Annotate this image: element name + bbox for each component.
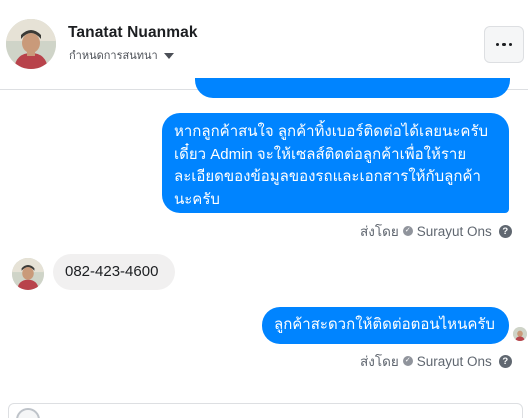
incoming-message-bubble[interactable]: 082-423-4600 xyxy=(53,254,175,290)
ellipsis-dot xyxy=(508,42,513,47)
contact-avatar-small[interactable] xyxy=(12,258,44,290)
caret-down-icon xyxy=(163,52,174,59)
sent-by-info: ส่งโดย ✓ Surayut Ons ? xyxy=(360,220,512,242)
conversation-status[interactable]: กำหนดการสนทนา xyxy=(69,46,174,64)
sent-by-prefix: ส่งโดย xyxy=(360,354,399,369)
contact-name[interactable]: Tanatat Nuanmak xyxy=(68,24,198,42)
sent-by-info: ส่งโดย ✓ Surayut Ons ? xyxy=(360,350,512,372)
message-line: เดี๋ยว Admin จะให้เซลส์ติดต่อลูกค้าเพื่อ… xyxy=(174,145,467,163)
contact-avatar[interactable] xyxy=(6,19,56,69)
checkmark-icon: ✓ xyxy=(402,356,413,366)
profile-photo-icon xyxy=(6,19,56,69)
help-icon[interactable]: ? xyxy=(498,354,512,368)
sender-name[interactable]: Surayut Ons xyxy=(417,224,492,239)
checkmark-icon: ✓ xyxy=(402,226,413,236)
message-line: หากลูกค้าสนใจ ลูกค้าทิ้งเบอร์ติดต่อได้เล… xyxy=(174,123,489,140)
message-line: นะครับ xyxy=(174,190,220,208)
ellipsis-dot xyxy=(502,42,506,47)
previous-message-bubble xyxy=(195,78,510,98)
sent-by-prefix: ส่งโดย xyxy=(360,224,399,239)
seen-avatar xyxy=(513,327,527,341)
profile-photo-icon xyxy=(513,327,527,341)
profile-photo-icon xyxy=(12,258,44,290)
help-icon[interactable]: ? xyxy=(498,224,512,238)
conversation-status-label: กำหนดการสนทนา xyxy=(69,50,158,62)
more-options-button[interactable] xyxy=(484,26,524,63)
ellipsis-icon xyxy=(495,42,500,47)
sender-name[interactable]: Surayut Ons xyxy=(417,354,492,369)
message-composer[interactable] xyxy=(8,403,523,418)
outgoing-message-bubble[interactable]: ลูกค้าสะดวกให้ติดต่อตอนไหนครับ xyxy=(262,307,509,344)
message-line: ละเอียดของข้อมูลของรถและเอกสารให้กับลูกค… xyxy=(174,168,481,185)
outgoing-message-bubble[interactable]: หากลูกค้าสนใจ ลูกค้าทิ้งเบอร์ติดต่อได้เล… xyxy=(162,113,509,213)
conversation-header: Tanatat Nuanmak กำหนดการสนทนา xyxy=(0,0,528,90)
